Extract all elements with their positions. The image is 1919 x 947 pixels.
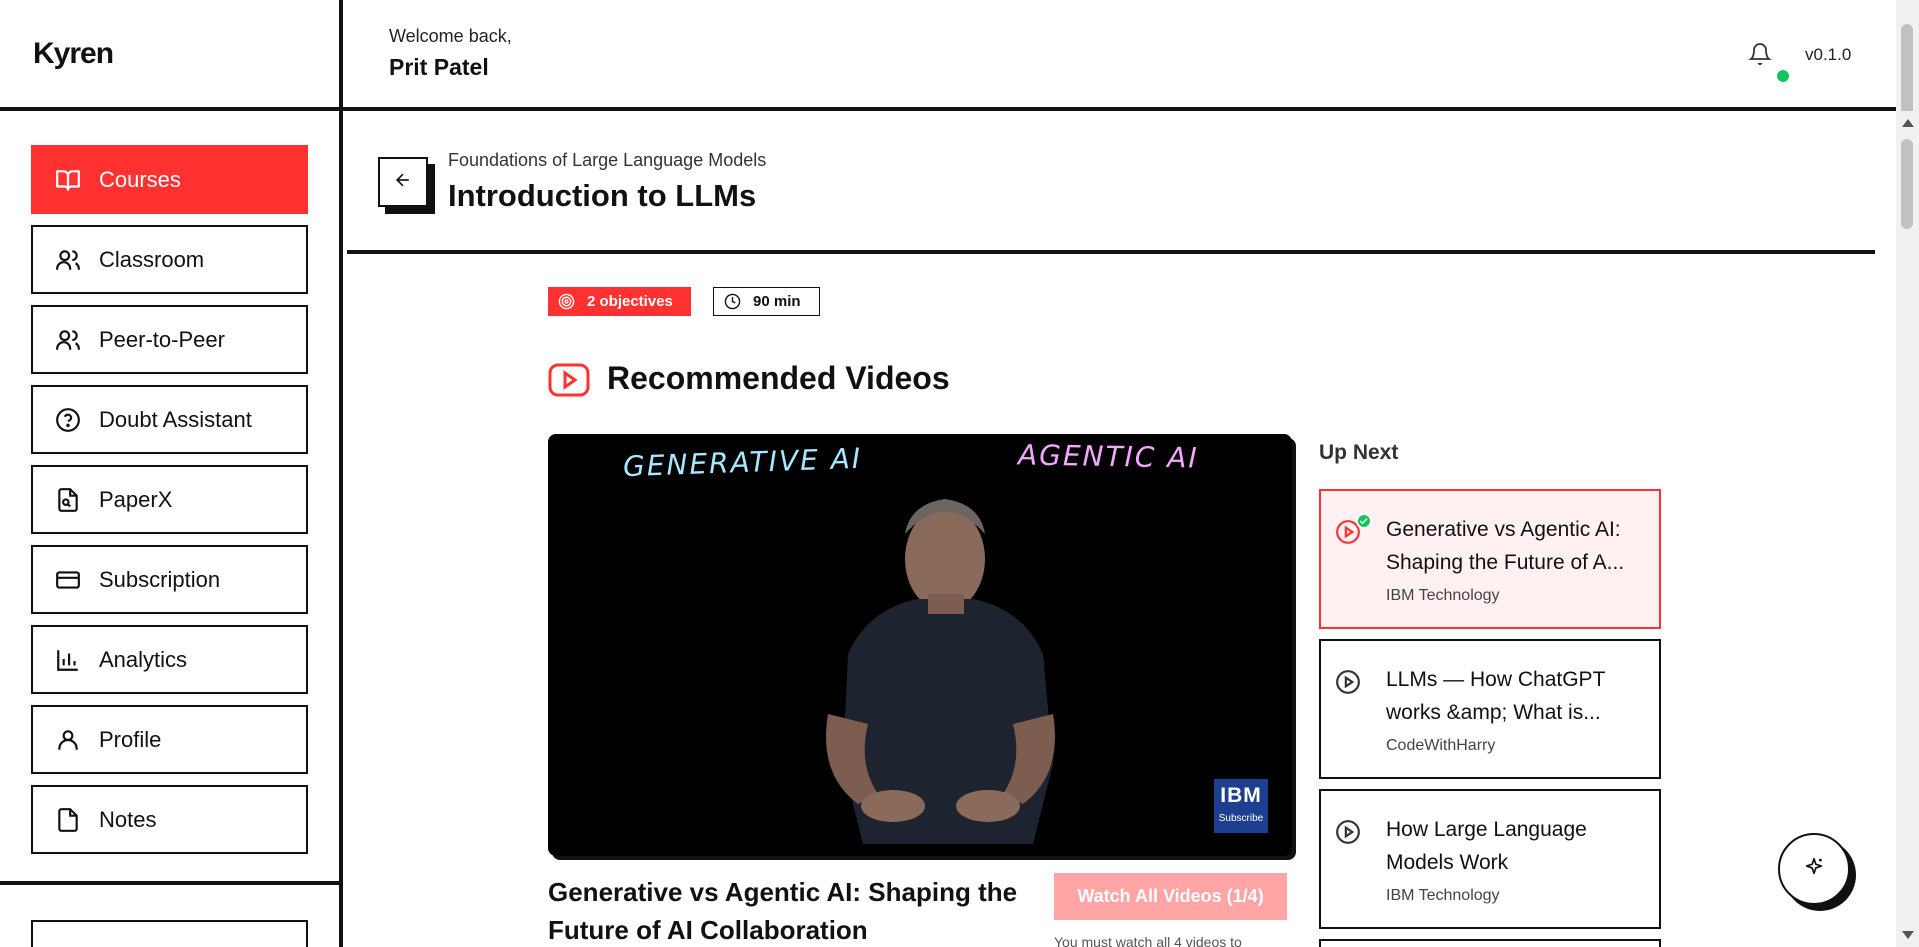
page-title: Introduction to LLMs [448,178,757,213]
duration-badge-label: 90 min [753,293,801,310]
sparkles-icon [1803,856,1825,883]
app-logo[interactable]: Kyren [33,37,114,71]
topbar: Welcome back, Prit Patel v0.1.0 [343,0,1899,111]
sidebar-item-courses[interactable]: Courses [31,145,308,214]
scrollbar-thumb[interactable] [1901,139,1913,229]
sidebar-item-notes[interactable]: Notes [31,785,308,854]
up-next-item[interactable]: LLMs — How ChatGPT works &amp; What is..… [1319,639,1661,779]
watch-all-videos-button[interactable]: Watch All Videos (1/4) [1054,873,1287,920]
ai-assistant-wrap [1778,833,1856,911]
up-next-item[interactable]: How Large Language Models Work IBM Techn… [1319,789,1661,929]
section-title: Recommended Videos [607,360,950,396]
sidebar-divider [0,881,339,885]
breadcrumb[interactable]: Foundations of Large Language Models [448,150,766,171]
watch-note: You must watch all 4 videos to [1054,934,1242,947]
sidebar-footer-button[interactable] [31,920,308,947]
sidebar-item-label: Courses [99,166,181,192]
back-button[interactable] [378,157,428,207]
logo-area: Kyren [0,0,339,111]
sidebar-item-label: Profile [99,726,162,752]
duration-badge: 90 min [713,287,820,316]
up-next-item-title: How Large Language Models Work [1386,818,1587,874]
main-scrollbar[interactable] [1896,111,1919,947]
file-icon [55,807,81,833]
sidebar-item-analytics[interactable]: Analytics [31,625,308,694]
ibm-logo[interactable]: IBM Subscribe [1214,779,1268,833]
sidebar-item-label: Classroom [99,246,205,272]
credit-card-icon [55,567,81,593]
up-next-item-channel: IBM Technology [1386,587,1500,604]
youtube-icon [548,363,590,397]
sidebar: Kyren Courses Classroom Peer-to-Peer Dou… [0,0,343,947]
sidebar-item-profile[interactable]: Profile [31,705,308,774]
up-next-item-title: Generative vs Agentic AI: Shaping the Fu… [1386,518,1625,574]
video-title: Generative vs Agentic AI: Shaping the Fu… [548,877,1018,945]
back-button-wrap [378,157,435,214]
objectives-badge-label: 2 objectives [587,293,673,310]
up-next-item[interactable] [1319,939,1661,947]
user-icon [55,727,81,753]
up-next-item-title: LLMs — How ChatGPT works &amp; What is..… [1386,668,1606,724]
page-header: Foundations of Large Language Models Int… [347,111,1875,254]
up-next-item-channel: CodeWithHarry [1386,737,1496,754]
arrow-left-icon [393,170,413,195]
book-open-icon [55,167,81,193]
sidebar-item-classroom[interactable]: Classroom [31,225,308,294]
users-icon [55,247,81,273]
sidebar-item-subscription[interactable]: Subscription [31,545,308,614]
sidebar-item-label: Doubt Assistant [99,406,252,432]
user-name: Prit Patel [389,54,489,80]
sidebar-item-label: Notes [99,806,157,832]
notification-status-dot [1777,70,1789,82]
bell-icon[interactable] [1748,42,1772,66]
users-icon [55,327,81,353]
help-circle-icon [55,407,81,433]
subscribe-text: Subscribe [1218,813,1264,824]
file-search-icon [55,487,81,513]
up-next-item[interactable]: Generative vs Agentic AI: Shaping the Fu… [1319,489,1661,629]
sidebar-item-label: Peer-to-Peer [99,326,225,352]
up-next-label: Up Next [1319,441,1399,464]
sidebar-item-label: PaperX [99,486,173,512]
sidebar-item-doubt-assistant[interactable]: Doubt Assistant [31,385,308,454]
scroll-down-arrow-icon[interactable] [1902,931,1914,939]
play-circle-icon [1335,669,1361,695]
up-next-item-channel: IBM Technology [1386,887,1500,904]
objectives-badge: 2 objectives [548,287,691,316]
sidebar-item-paperx[interactable]: PaperX [31,465,308,534]
ibm-logo-text: IBM [1220,784,1262,807]
main-content: Foundations of Large Language Models Int… [347,111,1875,947]
clock-icon [724,293,741,310]
sidebar-nav: Courses Classroom Peer-to-Peer Doubt Ass… [0,111,339,854]
bar-chart-icon [55,647,81,673]
ai-assistant-button[interactable] [1778,833,1850,905]
sidebar-item-label: Analytics [99,646,188,672]
video-player[interactable]: GENERATIVE AI AGENTIC AI IBM Subscribe [548,434,1292,856]
welcome-text: Welcome back, [389,26,512,46]
sidebar-item-peer-to-peer[interactable]: Peer-to-Peer [31,305,308,374]
play-circle-icon [1335,819,1361,845]
scroll-up-arrow-icon[interactable] [1902,119,1914,127]
sidebar-item-label: Subscription [99,566,221,592]
presenter-figure [826,499,1055,844]
target-icon [558,293,575,310]
completed-check-icon [1356,513,1372,529]
app-version: v0.1.0 [1805,45,1852,64]
topbar-scrollbar[interactable] [1896,0,1919,204]
